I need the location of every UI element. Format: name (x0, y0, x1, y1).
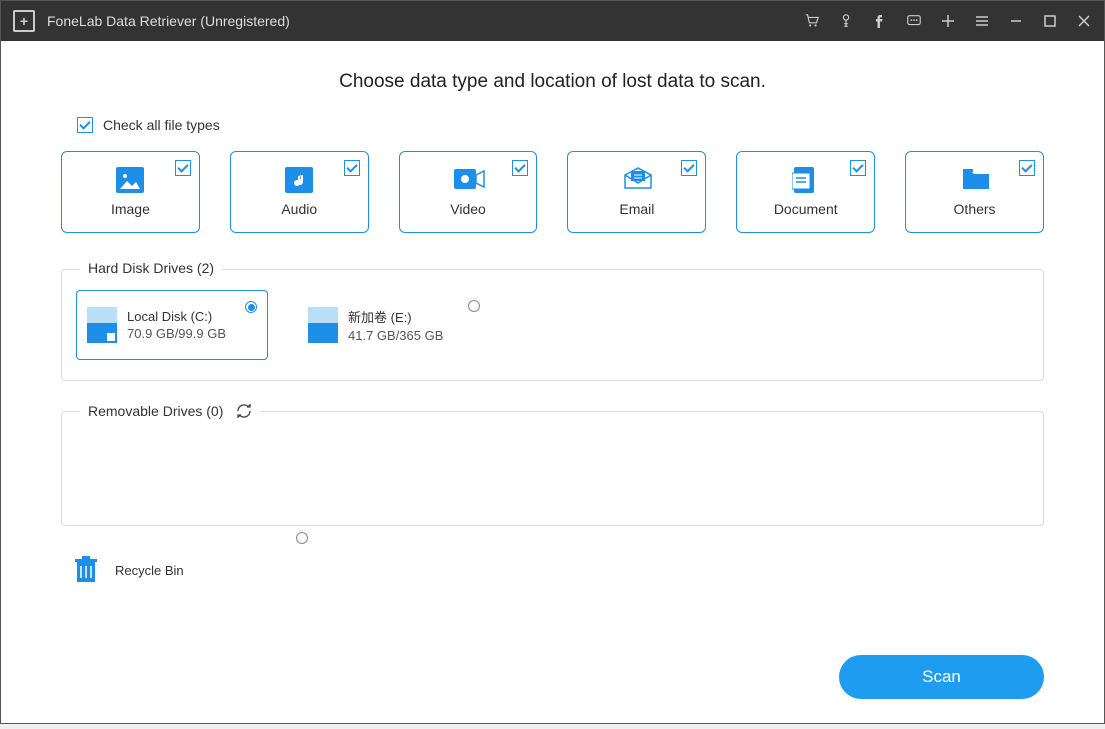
app-window: + FoneLab Data Retriever (Unregistered) (0, 0, 1105, 724)
drive-card-c[interactable]: Local Disk (C:) 70.9 GB/99.9 GB (76, 290, 268, 360)
feedback-icon[interactable] (906, 13, 922, 29)
removable-legend: Removable Drives (0) (80, 402, 261, 420)
filetype-card-audio[interactable]: Audio (230, 151, 369, 233)
titlebar: + FoneLab Data Retriever (Unregistered) (1, 1, 1104, 41)
filetype-card-email[interactable]: Email (567, 151, 706, 233)
drive-info: 新加卷 (E:) 41.7 GB/365 GB (348, 307, 443, 343)
main-content: Choose data type and location of lost da… (1, 41, 1104, 655)
filetype-checkbox-image[interactable] (175, 160, 191, 176)
drive-size: 70.9 GB/99.9 GB (127, 326, 226, 341)
scan-button[interactable]: Scan (839, 655, 1044, 699)
filetype-checkbox-video[interactable] (512, 160, 528, 176)
titlebar-controls (804, 13, 1092, 29)
key-icon[interactable] (838, 13, 854, 29)
filetype-card-others[interactable]: Others (905, 151, 1044, 233)
drive-size: 41.7 GB/365 GB (348, 328, 443, 343)
video-icon (454, 167, 482, 193)
folder-icon (961, 167, 989, 193)
footer: Scan (1, 655, 1104, 723)
removable-legend-text: Removable Drives (0) (88, 403, 223, 419)
filetype-label: Others (954, 201, 996, 217)
hdd-drives-row: Local Disk (C:) 70.9 GB/99.9 GB 新加卷 (E:)… (76, 290, 1029, 360)
maximize-icon[interactable] (1042, 13, 1058, 29)
menu-icon[interactable] (974, 13, 990, 29)
drive-icon (87, 307, 117, 343)
filetype-label: Audio (281, 201, 317, 217)
hdd-section: Hard Disk Drives (2) Local Disk (C:) 70.… (61, 269, 1044, 381)
hdd-legend: Hard Disk Drives (2) (80, 260, 222, 276)
plus-icon[interactable] (940, 13, 956, 29)
filetype-grid: Image Audio Video Em (61, 151, 1044, 233)
facebook-icon[interactable] (872, 13, 888, 29)
audio-icon (285, 167, 313, 193)
filetype-checkbox-email[interactable] (681, 160, 697, 176)
refresh-icon[interactable] (235, 402, 253, 420)
app-title: FoneLab Data Retriever (Unregistered) (47, 13, 804, 29)
recycle-label: Recycle Bin (115, 563, 184, 578)
drive-name: Local Disk (C:) (127, 309, 226, 324)
drive-card-e[interactable]: 新加卷 (E:) 41.7 GB/365 GB (298, 290, 490, 360)
cart-icon[interactable] (804, 13, 820, 29)
minimize-icon[interactable] (1008, 13, 1024, 29)
app-logo-icon: + (13, 10, 35, 32)
page-heading: Choose data type and location of lost da… (61, 71, 1044, 93)
recycle-radio[interactable] (296, 532, 308, 544)
filetype-checkbox-document[interactable] (850, 160, 866, 176)
trash-icon (75, 556, 97, 584)
check-all-row: Check all file types (77, 117, 1044, 133)
filetype-checkbox-audio[interactable] (344, 160, 360, 176)
image-icon (116, 167, 144, 193)
filetype-label: Document (774, 201, 838, 217)
check-all-checkbox[interactable] (77, 117, 93, 133)
filetype-card-image[interactable]: Image (61, 151, 200, 233)
filetype-label: Image (111, 201, 150, 217)
close-icon[interactable] (1076, 13, 1092, 29)
drive-radio-c[interactable] (245, 301, 257, 313)
filetype-label: Email (619, 201, 654, 217)
filetype-card-document[interactable]: Document (736, 151, 875, 233)
drive-name: 新加卷 (E:) (348, 307, 443, 326)
recycle-bin-row[interactable]: Recycle Bin (75, 556, 250, 584)
email-icon (623, 167, 651, 193)
drive-info: Local Disk (C:) 70.9 GB/99.9 GB (127, 309, 226, 341)
removable-section: Removable Drives (0) (61, 411, 1044, 526)
filetype-checkbox-others[interactable] (1019, 160, 1035, 176)
drive-radio-e[interactable] (468, 300, 480, 312)
filetype-label: Video (450, 201, 486, 217)
drive-icon (308, 307, 338, 343)
check-all-label: Check all file types (103, 117, 220, 133)
document-icon (792, 167, 820, 193)
filetype-card-video[interactable]: Video (399, 151, 538, 233)
